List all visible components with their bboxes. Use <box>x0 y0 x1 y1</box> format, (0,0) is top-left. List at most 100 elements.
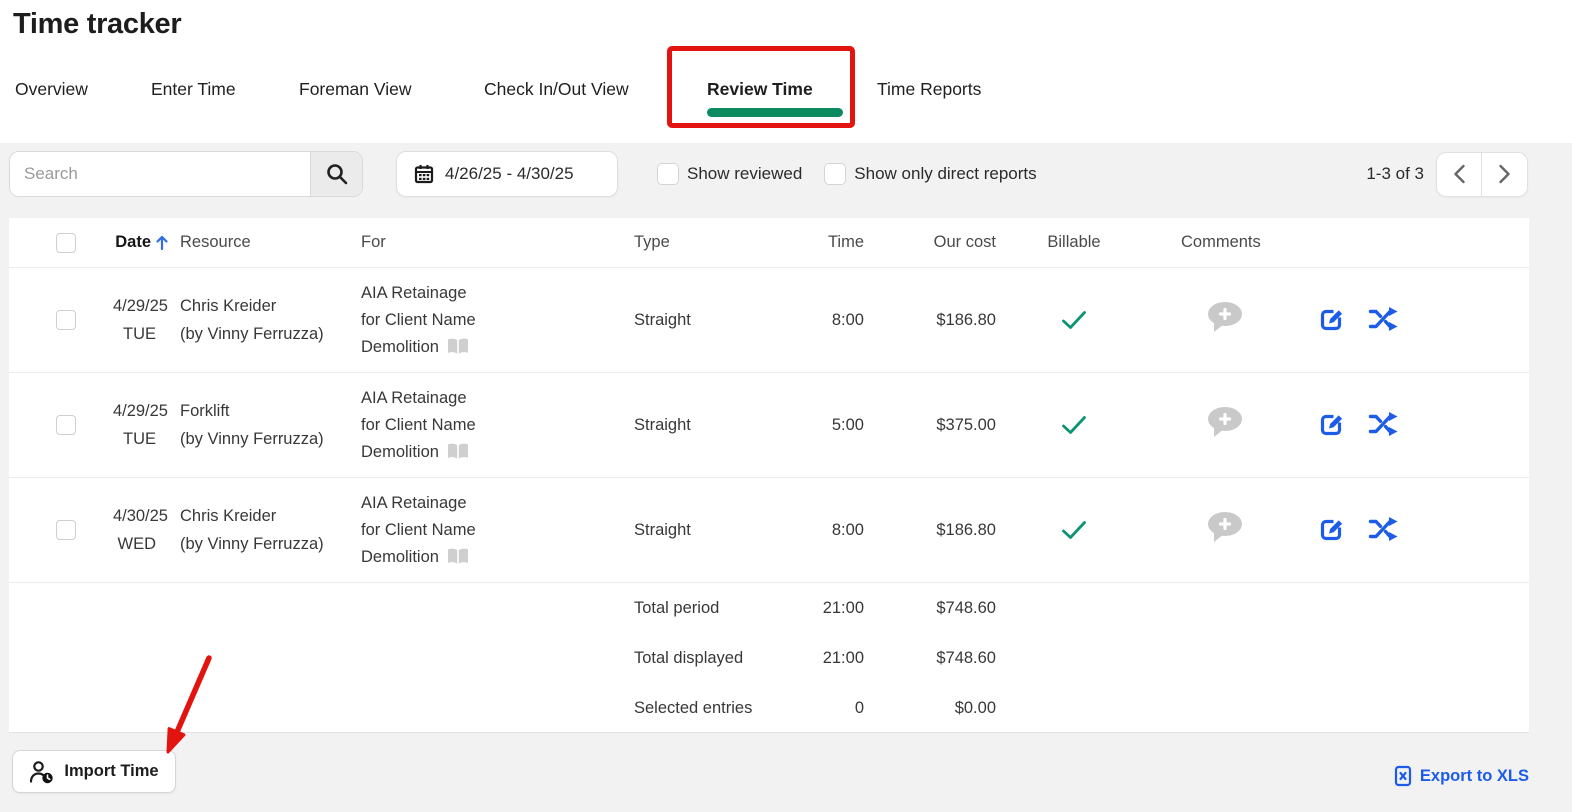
show-direct-reports-option[interactable]: Show only direct reports <box>824 163 1037 185</box>
move-entry-shuffle-icon[interactable] <box>1368 516 1398 544</box>
filter-checkboxes: Show reviewed Show only direct reports <box>657 151 1037 197</box>
date-header-label: Date <box>115 233 151 251</box>
tab-foreman-view[interactable]: Foreman View <box>299 79 412 100</box>
total-label: Selected entries <box>634 698 753 717</box>
time-entries-table: Date Resource For Type Time Our cost Bil… <box>9 218 1529 733</box>
total-time: 0 <box>854 698 864 717</box>
pagination-count: 1-3 of 3 <box>1366 164 1424 183</box>
calendar-icon <box>413 163 435 185</box>
search-box <box>9 151 363 197</box>
cell-date: 4/30/25 WED <box>112 507 168 553</box>
show-direct-reports-label: Show only direct reports <box>854 164 1037 183</box>
table-row: 4/30/25 WED Chris Kreider (by Vinny Ferr… <box>9 478 1529 583</box>
edit-entry-icon[interactable] <box>1318 516 1346 544</box>
cell-our-cost: $186.80 <box>936 310 996 329</box>
selected-entries-row: Selected entries 0 $0.00 <box>9 683 1529 733</box>
total-label: Total period <box>634 598 720 617</box>
page-title: Time tracker <box>13 8 182 40</box>
column-header-date[interactable]: Date <box>95 233 177 252</box>
tab-time-reports[interactable]: Time Reports <box>877 79 981 100</box>
select-all-checkbox[interactable] <box>56 232 76 253</box>
total-cost: $748.60 <box>936 648 996 667</box>
notes-book-icon[interactable] <box>446 337 470 357</box>
cell-resource: Chris Kreider (by Vinny Ferruzza) <box>180 297 324 343</box>
table-row: 4/29/25 TUE Forklift (by Vinny Ferruzza)… <box>9 373 1529 478</box>
date-range-button[interactable]: 4/26/25 - 4/30/25 <box>396 151 618 197</box>
chevron-left-icon <box>1453 164 1466 184</box>
total-cost: $0.00 <box>954 698 996 717</box>
prev-page-button[interactable] <box>1437 152 1482 196</box>
next-page-button[interactable] <box>1482 153 1527 196</box>
cell-our-cost: $186.80 <box>936 520 996 539</box>
column-header-type[interactable]: Type <box>632 233 798 252</box>
show-reviewed-checkbox[interactable] <box>657 163 679 185</box>
row-checkbox[interactable] <box>56 520 76 540</box>
totals-section: Total period 21:00 $748.60 Total display… <box>9 583 1529 733</box>
column-header-resource[interactable]: Resource <box>177 233 359 252</box>
billable-check-icon <box>1014 520 1134 540</box>
filter-toolbar: 4/26/25 - 4/30/25 Show reviewed Show onl… <box>0 143 1572 218</box>
notes-book-icon[interactable] <box>446 442 470 462</box>
billable-check-icon <box>1014 415 1134 435</box>
show-direct-reports-checkbox[interactable] <box>824 163 847 185</box>
cell-for: AIA Retainage for Client Name Demolition <box>361 283 476 357</box>
cell-resource: Chris Kreider (by Vinny Ferruzza) <box>180 507 324 553</box>
row-checkbox[interactable] <box>56 415 76 435</box>
column-header-billable[interactable]: Billable <box>1014 233 1134 252</box>
tab-overview[interactable]: Overview <box>15 79 88 100</box>
table-header-row: Date Resource For Type Time Our cost Bil… <box>9 218 1529 268</box>
row-checkbox[interactable] <box>56 310 76 330</box>
move-entry-shuffle-icon[interactable] <box>1368 411 1398 439</box>
spreadsheet-icon <box>1393 765 1413 787</box>
total-time: 21:00 <box>822 598 864 617</box>
import-time-label: Import Time <box>64 762 159 780</box>
edit-entry-icon[interactable] <box>1318 411 1346 439</box>
search-input[interactable] <box>10 152 310 196</box>
cell-date: 4/29/25 TUE <box>112 402 168 448</box>
date-range-label: 4/26/25 - 4/30/25 <box>445 164 574 183</box>
tab-check-in-out-view[interactable]: Check In/Out View <box>484 79 629 100</box>
export-to-xls-link[interactable]: Export to XLS <box>1393 765 1529 787</box>
column-header-time[interactable]: Time <box>798 233 864 252</box>
total-period-row: Total period 21:00 $748.60 <box>9 583 1529 633</box>
show-reviewed-option[interactable]: Show reviewed <box>657 163 802 185</box>
total-cost: $748.60 <box>936 598 996 617</box>
cell-type: Straight <box>634 520 691 539</box>
cell-date: 4/29/25 TUE <box>112 297 168 343</box>
notes-book-icon[interactable] <box>446 547 470 567</box>
active-tab-underline <box>707 108 843 117</box>
column-header-our-cost[interactable]: Our cost <box>864 233 1014 252</box>
chevron-right-icon <box>1498 164 1511 184</box>
time-tracker-screen: Time tracker Overview Enter Time Foreman… <box>0 0 1572 812</box>
move-entry-shuffle-icon[interactable] <box>1368 306 1398 334</box>
column-header-comments[interactable]: Comments <box>1134 233 1294 252</box>
export-to-xls-label: Export to XLS <box>1419 766 1529 785</box>
header-band: Time tracker Overview Enter Time Foreman… <box>0 0 1572 143</box>
sort-ascending-icon <box>156 234 168 251</box>
cell-type: Straight <box>634 415 691 434</box>
add-comment-icon[interactable] <box>1206 511 1246 545</box>
cell-for: AIA Retainage for Client Name Demolition <box>361 493 476 567</box>
tab-enter-time[interactable]: Enter Time <box>151 79 236 100</box>
edit-entry-icon[interactable] <box>1318 306 1346 334</box>
add-comment-icon[interactable] <box>1206 301 1246 335</box>
person-clock-icon <box>29 760 55 784</box>
search-button[interactable] <box>310 152 362 196</box>
show-reviewed-label: Show reviewed <box>687 164 803 183</box>
add-comment-icon[interactable] <box>1206 406 1246 440</box>
total-displayed-row: Total displayed 21:00 $748.60 <box>9 633 1529 683</box>
column-header-for[interactable]: For <box>359 233 632 252</box>
import-time-button[interactable]: Import Time <box>12 750 176 793</box>
pager-buttons <box>1436 151 1528 197</box>
cell-type: Straight <box>634 310 691 329</box>
total-label: Total displayed <box>634 648 744 667</box>
cell-time: 8:00 <box>831 310 864 329</box>
pagination: 1-3 of 3 <box>1366 151 1528 197</box>
search-icon <box>325 162 349 186</box>
cell-resource: Forklift (by Vinny Ferruzza) <box>180 402 324 448</box>
table-row: 4/29/25 TUE Chris Kreider (by Vinny Ferr… <box>9 268 1529 373</box>
billable-check-icon <box>1014 310 1134 330</box>
tab-review-time[interactable]: Review Time <box>707 79 813 100</box>
cell-our-cost: $375.00 <box>936 415 996 434</box>
total-time: 21:00 <box>822 648 864 667</box>
